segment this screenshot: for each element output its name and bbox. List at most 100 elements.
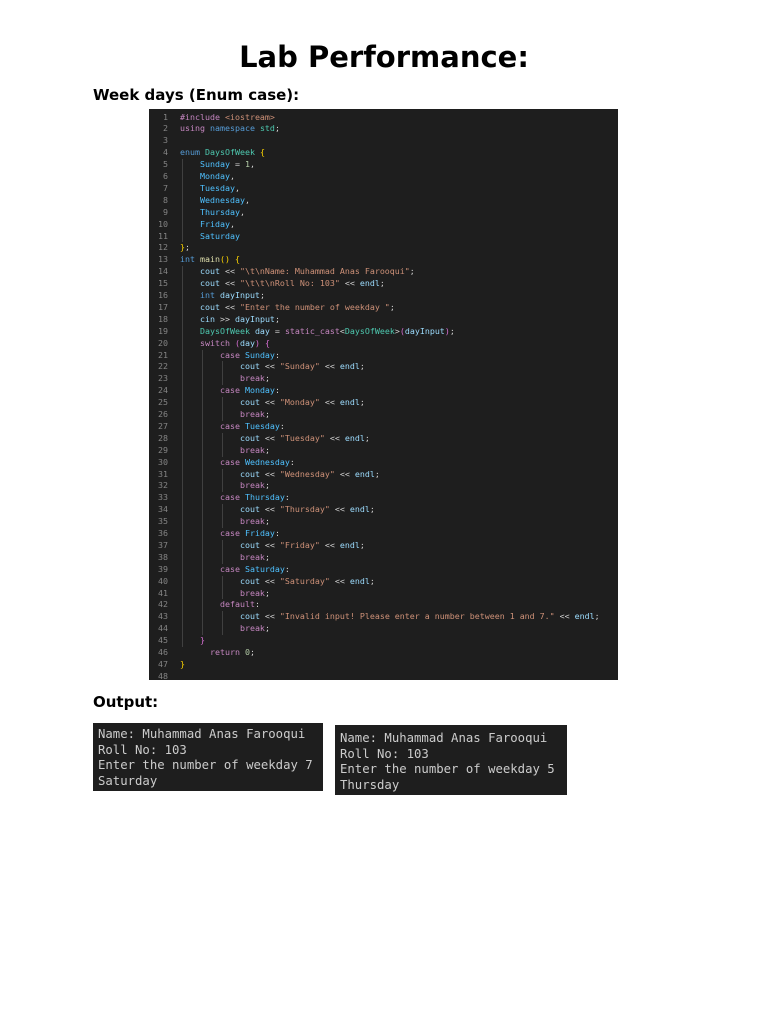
code-token: DaysOfWeek (344, 325, 395, 336)
code-token: , (249, 159, 255, 170)
code-line: 11 Saturday (149, 231, 618, 243)
code-token: ; (264, 409, 270, 419)
code-line: 20 switch (day) { (149, 338, 618, 350)
line-number: 6 (163, 171, 168, 181)
code-text: Saturday (180, 231, 240, 243)
console-line: Saturday (98, 774, 158, 789)
code-text: cout << "Thursday" << endl; (180, 504, 375, 516)
code-token: Thursday (199, 206, 240, 217)
code-line: 37 cout << "Friday" << endl; (149, 540, 618, 552)
line-number: 32 (158, 480, 168, 491)
code-text: cout << "Tuesday" << endl; (180, 433, 370, 445)
code-line: 5 Sunday = 1, (149, 159, 618, 171)
code-token: endl (339, 361, 360, 372)
code-token: Monday (244, 385, 275, 396)
code-token: ; (449, 325, 455, 336)
code-line: 45 } (149, 635, 618, 647)
code-line: 43 cout << "Invalid input! Please enter … (149, 611, 618, 623)
line-number: 45 (158, 635, 168, 646)
code-line: 12}; (149, 242, 618, 254)
code-token: { (234, 254, 240, 265)
code-token: Saturday (199, 230, 240, 241)
code-text: break; (180, 373, 270, 385)
line-number: 47 (158, 658, 168, 669)
line-number: 36 (158, 528, 168, 538)
code-token: Wednesday (199, 194, 245, 205)
code-token: Tuesday (199, 182, 235, 193)
code-text: break; (180, 588, 270, 600)
code-token: = (229, 159, 245, 170)
line-number: 26 (158, 409, 168, 419)
line-number: 23 (158, 373, 168, 384)
code-token: ; (364, 432, 370, 443)
code-token: : (279, 420, 285, 431)
code-token: , (229, 171, 235, 181)
code-token: case (219, 385, 245, 396)
code-token: cout (199, 301, 220, 312)
line-number: 17 (158, 301, 168, 312)
code-token: << (319, 397, 340, 408)
line-number: 5 (163, 159, 168, 170)
indent-guide (222, 575, 223, 600)
code-token: ; (264, 516, 270, 527)
code-line: 27 case Tuesday: (149, 421, 618, 433)
code-token: cout (239, 539, 260, 550)
code-text: using namespace std; (180, 123, 280, 135)
line-number: 21 (158, 349, 168, 360)
line-number: 16 (158, 290, 168, 300)
code-line: 14 cout << "\t\nName: Muhammad Anas Faro… (149, 266, 618, 278)
line-number: 15 (158, 278, 168, 289)
code-token: : (274, 349, 280, 360)
code-token: dayInput (404, 325, 445, 336)
code-line: 35 break; (149, 516, 618, 528)
code-token: ; (274, 313, 280, 324)
console-line: Roll No: 103 (98, 742, 187, 757)
code-line: 23 break; (149, 373, 618, 385)
code-token: cout (239, 575, 260, 586)
line-number: 44 (158, 623, 168, 634)
code-token: Friday (199, 218, 230, 229)
code-line: 44 break; (149, 623, 618, 635)
indent-guide (182, 266, 183, 647)
line-number: 12 (158, 242, 168, 253)
code-token: cout (239, 611, 260, 622)
code-token: } (199, 635, 205, 646)
code-token: endl (349, 504, 370, 515)
code-token: cout (199, 266, 220, 277)
code-line: 18 cin >> dayInput; (149, 314, 618, 326)
line-number: 14 (158, 266, 168, 277)
code-text: case Sunday: (180, 350, 280, 362)
code-token: << (259, 397, 280, 408)
code-token: << (259, 611, 280, 622)
code-token: : (284, 492, 290, 503)
code-token: ; (594, 611, 600, 622)
code-token: switch (199, 337, 235, 348)
code-text: break; (180, 623, 270, 635)
line-number: 31 (158, 468, 168, 479)
line-number: 10 (158, 218, 168, 229)
code-token: Saturday (244, 563, 285, 574)
console-output-1: Name: Muhammad Anas Farooqui Roll No: 10… (93, 723, 323, 791)
code-token: case (219, 528, 245, 538)
code-token: Friday (244, 528, 275, 538)
code-token: break (239, 480, 265, 491)
line-number: 39 (158, 563, 168, 574)
code-token: , (229, 218, 235, 229)
code-line: 33 case Thursday: (149, 492, 618, 504)
code-line: 13 int main() { (149, 254, 618, 266)
code-token: ; (274, 123, 280, 134)
code-line: 10 Friday, (149, 219, 618, 231)
code-text: } (180, 635, 205, 647)
code-text: }; (180, 242, 190, 254)
code-token: << (259, 361, 280, 372)
code-token: endl (349, 575, 370, 586)
